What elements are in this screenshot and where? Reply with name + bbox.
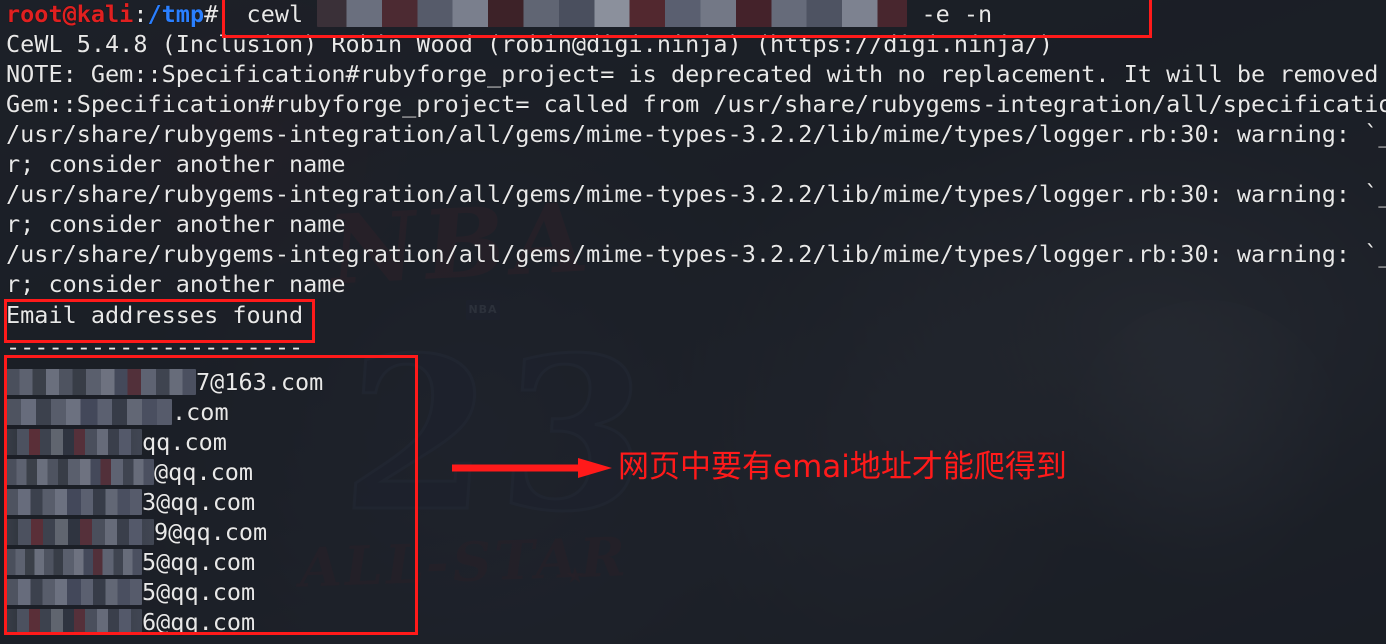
email-list-item: 5@qq.com	[6, 547, 255, 577]
terminal-output-line-8: r; consider another name	[6, 270, 346, 298]
prompt-sigil: #	[204, 0, 219, 28]
command-flags: -e -n	[921, 0, 993, 28]
prompt-user-host: root@kali	[6, 0, 134, 28]
email-list-item: 3@qq.com	[6, 487, 255, 517]
email-list-item-clipped	[6, 637, 1386, 644]
email-local-redacted	[6, 369, 196, 395]
prompt-path: /tmp	[147, 0, 205, 28]
terminal-output-line-0: CeWL 5.4.8 (Inclusion) Robin Wood (robin…	[6, 30, 1053, 58]
email-suffix: 5@qq.com	[142, 578, 256, 606]
email-local-redacted	[6, 579, 142, 605]
email-suffix: 6@qq.com	[142, 608, 256, 636]
email-suffix: 5@qq.com	[142, 548, 256, 576]
callout-note-text: 网页中要有emai地址才能爬得到	[618, 449, 1067, 485]
command-program: cewl	[246, 0, 304, 28]
email-section-separator: ---------------------	[6, 333, 304, 361]
email-list-item: 6@qq.com	[6, 607, 255, 637]
terminal-output-line-2: Gem::Specification#rubyforge_project= ca…	[6, 90, 1386, 118]
email-list-item: 9@qq.com	[6, 517, 267, 547]
terminal-output-line-6: r; consider another name	[6, 210, 346, 238]
terminal-prompt-line[interactable]: root@kali:/tmp# cewl -e -n	[6, 0, 1386, 29]
email-local-redacted	[6, 429, 142, 455]
email-suffix: qq.com	[142, 428, 227, 456]
email-suffix: 3@qq.com	[142, 488, 256, 516]
email-list-item: 7@163.com	[6, 367, 323, 397]
terminal-output-line-7: /usr/share/rubygems-integration/all/gems…	[6, 240, 1386, 268]
email-local-redacted	[6, 489, 142, 515]
email-local-redacted	[6, 609, 142, 635]
command-spacer-3	[907, 0, 921, 28]
terminal-output-line-5: /usr/share/rubygems-integration/all/gems…	[6, 180, 1386, 208]
email-list-item: .com	[6, 397, 229, 427]
email-suffix: 9@qq.com	[154, 518, 268, 546]
email-local-redacted	[6, 459, 154, 485]
command-target-redacted	[317, 0, 908, 27]
screenshot-root: NBA NBA 23 ALL-STAR ★ root@kali:/tmp# ce…	[0, 0, 1386, 644]
terminal-output-line-4: r; consider another name	[6, 150, 346, 178]
callout-arrow-icon	[452, 458, 612, 478]
email-local-redacted	[6, 549, 142, 575]
command-spacer-2	[303, 0, 317, 28]
email-suffix: .com	[172, 398, 229, 426]
terminal-window[interactable]: root@kali:/tmp# cewl -e -n CeWL 5.4.8 (I…	[0, 0, 1386, 644]
email-suffix: 7@163.com	[196, 368, 324, 396]
email-local-redacted	[6, 519, 154, 545]
email-suffix: @qq.com	[154, 458, 254, 486]
email-list-item: @qq.com	[6, 457, 253, 487]
email-list-item: qq.com	[6, 427, 227, 457]
command-spacer	[218, 0, 246, 28]
email-section-header: Email addresses found	[6, 301, 304, 329]
prompt-separator: :	[133, 0, 148, 28]
email-list-item: 5@qq.com	[6, 577, 255, 607]
email-local-redacted	[6, 399, 172, 425]
terminal-output-line-3: /usr/share/rubygems-integration/all/gems…	[6, 120, 1386, 148]
terminal-output-line-1: NOTE: Gem::Specification#rubyforge_proje…	[6, 60, 1386, 88]
